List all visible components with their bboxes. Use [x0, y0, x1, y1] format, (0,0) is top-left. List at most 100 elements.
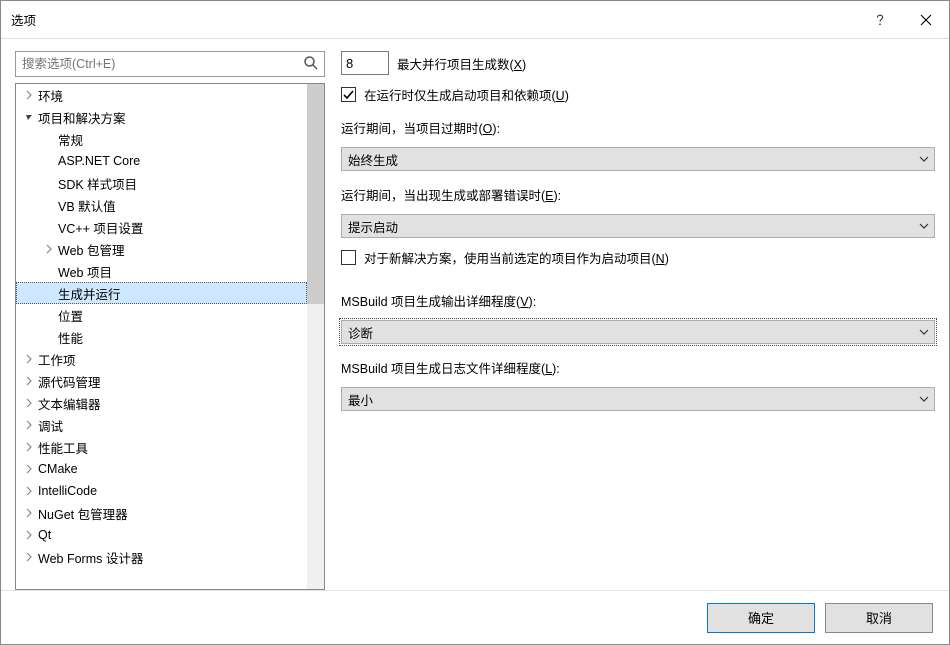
tree-item-label: Qt	[36, 528, 51, 542]
tree-scrollbar[interactable]	[307, 84, 324, 589]
tree-item-label: 性能工具	[36, 438, 88, 457]
search-box[interactable]	[15, 51, 325, 77]
chevron-down-icon	[918, 393, 930, 408]
new-solution-startup-label: 对于新解决方案，使用当前选定的项目作为启动项目(N)	[364, 248, 669, 267]
only-build-startup-label: 在运行时仅生成启动项目和依赖项(U)	[364, 85, 569, 104]
tree-item-label: 文本编辑器	[36, 394, 101, 413]
tree-item[interactable]: 调试	[16, 414, 307, 436]
chevron-right-icon[interactable]	[22, 354, 36, 364]
tree-item[interactable]: CMake	[16, 458, 307, 480]
chevron-right-icon[interactable]	[22, 90, 36, 100]
tree-item[interactable]: Web Forms 设计器	[16, 546, 307, 568]
chevron-right-icon[interactable]	[22, 464, 36, 474]
tree-item-label: 性能	[56, 328, 83, 347]
dialog-body: 环境项目和解决方案常规 ASP.NET Core SDK 样式项目 VB 默认值 VC+…	[1, 39, 949, 590]
left-pane: 环境项目和解决方案常规 ASP.NET Core SDK 样式项目 VB 默认值 VC+…	[15, 51, 325, 590]
tree-item[interactable]: 环境	[16, 84, 307, 106]
chevron-right-icon[interactable]	[22, 442, 36, 452]
chevron-right-icon[interactable]	[22, 508, 36, 518]
tree-item[interactable]: NuGet 包管理器	[16, 502, 307, 524]
ok-button[interactable]: 确定	[707, 603, 815, 633]
close-button[interactable]	[903, 1, 949, 39]
tree-item-label: VB 默认值	[56, 196, 116, 215]
tree-item-label: 环境	[36, 86, 63, 105]
tree-item-label: Web 包管理	[56, 240, 124, 259]
tree-item[interactable]: Web 项目	[16, 260, 307, 282]
chevron-down-icon	[918, 220, 930, 235]
settings-panel: 最大并行项目生成数(X) 在运行时仅生成启动项目和依赖项(U) 运行期间，当项目…	[341, 51, 935, 590]
cancel-button[interactable]: 取消	[825, 603, 933, 633]
tree-item-label: SDK 样式项目	[56, 174, 137, 193]
tree-item-label: 项目和解决方案	[36, 108, 126, 127]
select-value: 提示启动	[348, 217, 398, 236]
tree-item[interactable]: 工作项	[16, 348, 307, 370]
tree-item[interactable]: Web 包管理	[16, 238, 307, 260]
dialog-footer: 确定 取消	[1, 590, 949, 644]
tree-item-label: 调试	[36, 416, 63, 435]
dialog-title: 选项	[11, 10, 857, 29]
parallel-build-input[interactable]	[341, 51, 389, 75]
new-solution-startup-checkbox[interactable]	[341, 250, 356, 265]
tree-item-label: 工作项	[36, 350, 76, 369]
tree-item[interactable]: SDK 样式项目	[16, 172, 307, 194]
select-value: 始终生成	[348, 150, 398, 169]
msbuild-output-verbosity-label: MSBuild 项目生成输出详细程度(V):	[341, 291, 935, 310]
tree-item[interactable]: 源代码管理	[16, 370, 307, 392]
tree-item-label: ASP.NET Core	[56, 154, 140, 168]
select-value: 诊断	[348, 323, 373, 342]
tree-item-label: CMake	[36, 462, 78, 476]
parallel-build-label: 最大并行项目生成数(X)	[397, 54, 526, 73]
chevron-down-icon	[918, 153, 930, 168]
msbuild-output-verbosity-select[interactable]: 诊断	[341, 320, 935, 344]
tree-item-label: 位置	[56, 306, 83, 325]
chevron-right-icon[interactable]	[22, 398, 36, 408]
options-tree-container: 环境项目和解决方案常规 ASP.NET Core SDK 样式项目 VB 默认值 VC+…	[15, 83, 325, 590]
chevron-right-icon[interactable]	[22, 530, 36, 540]
tree-item-label: 源代码管理	[36, 372, 101, 391]
on-run-error-label: 运行期间，当出现生成或部署错误时(E):	[341, 185, 935, 204]
tree-item-label: NuGet 包管理器	[36, 504, 128, 523]
chevron-right-icon[interactable]	[42, 244, 56, 254]
tree-item[interactable]: 生成并运行	[16, 282, 307, 304]
chevron-down-icon[interactable]	[22, 112, 36, 122]
only-build-startup-checkbox[interactable]	[341, 87, 356, 102]
chevron-right-icon[interactable]	[22, 486, 36, 496]
search-input[interactable]	[16, 52, 324, 76]
scrollbar-thumb[interactable]	[307, 84, 324, 304]
options-dialog: 选项 环境项目和解决方案常规 ASP.NET Core SDK 样式项目 VB 默认值…	[0, 0, 950, 645]
help-button[interactable]	[857, 1, 903, 39]
titlebar: 选项	[1, 1, 949, 39]
tree-item[interactable]: 文本编辑器	[16, 392, 307, 414]
on-run-outofdate-select[interactable]: 始终生成	[341, 147, 935, 171]
close-icon	[920, 14, 932, 26]
tree-item[interactable]: VB 默认值	[16, 194, 307, 216]
tree-item[interactable]: 位置	[16, 304, 307, 326]
check-icon	[342, 88, 355, 101]
tree-item[interactable]: 性能工具	[16, 436, 307, 458]
chevron-right-icon[interactable]	[22, 552, 36, 562]
parallel-build-row: 最大并行项目生成数(X)	[341, 51, 935, 75]
tree-item-label: VC++ 项目设置	[56, 218, 143, 237]
tree-item[interactable]: VC++ 项目设置	[16, 216, 307, 238]
search-icon[interactable]	[303, 55, 319, 74]
new-solution-startup-row: 对于新解决方案，使用当前选定的项目作为启动项目(N)	[341, 248, 935, 267]
chevron-right-icon[interactable]	[22, 376, 36, 386]
tree-item[interactable]: 性能	[16, 326, 307, 348]
msbuild-log-verbosity-select[interactable]: 最小	[341, 387, 935, 411]
chevron-right-icon[interactable]	[22, 420, 36, 430]
tree-item-label: Web 项目	[56, 262, 112, 281]
tree-item[interactable]: 项目和解决方案	[16, 106, 307, 128]
on-run-error-select[interactable]: 提示启动	[341, 214, 935, 238]
options-tree[interactable]: 环境项目和解决方案常规 ASP.NET Core SDK 样式项目 VB 默认值 VC+…	[16, 84, 307, 589]
chevron-down-icon	[918, 326, 930, 341]
tree-item[interactable]: 常规	[16, 128, 307, 150]
tree-item[interactable]: Qt	[16, 524, 307, 546]
tree-item-label: 常规	[56, 130, 83, 149]
tree-item-label: IntelliCode	[36, 484, 97, 498]
only-build-startup-row: 在运行时仅生成启动项目和依赖项(U)	[341, 85, 935, 104]
tree-item[interactable]: ASP.NET Core	[16, 150, 307, 172]
tree-item-label: Web Forms 设计器	[36, 548, 143, 567]
tree-item-label: 生成并运行	[56, 284, 121, 303]
tree-item[interactable]: IntelliCode	[16, 480, 307, 502]
on-run-outofdate-label: 运行期间，当项目过期时(O):	[341, 118, 935, 137]
